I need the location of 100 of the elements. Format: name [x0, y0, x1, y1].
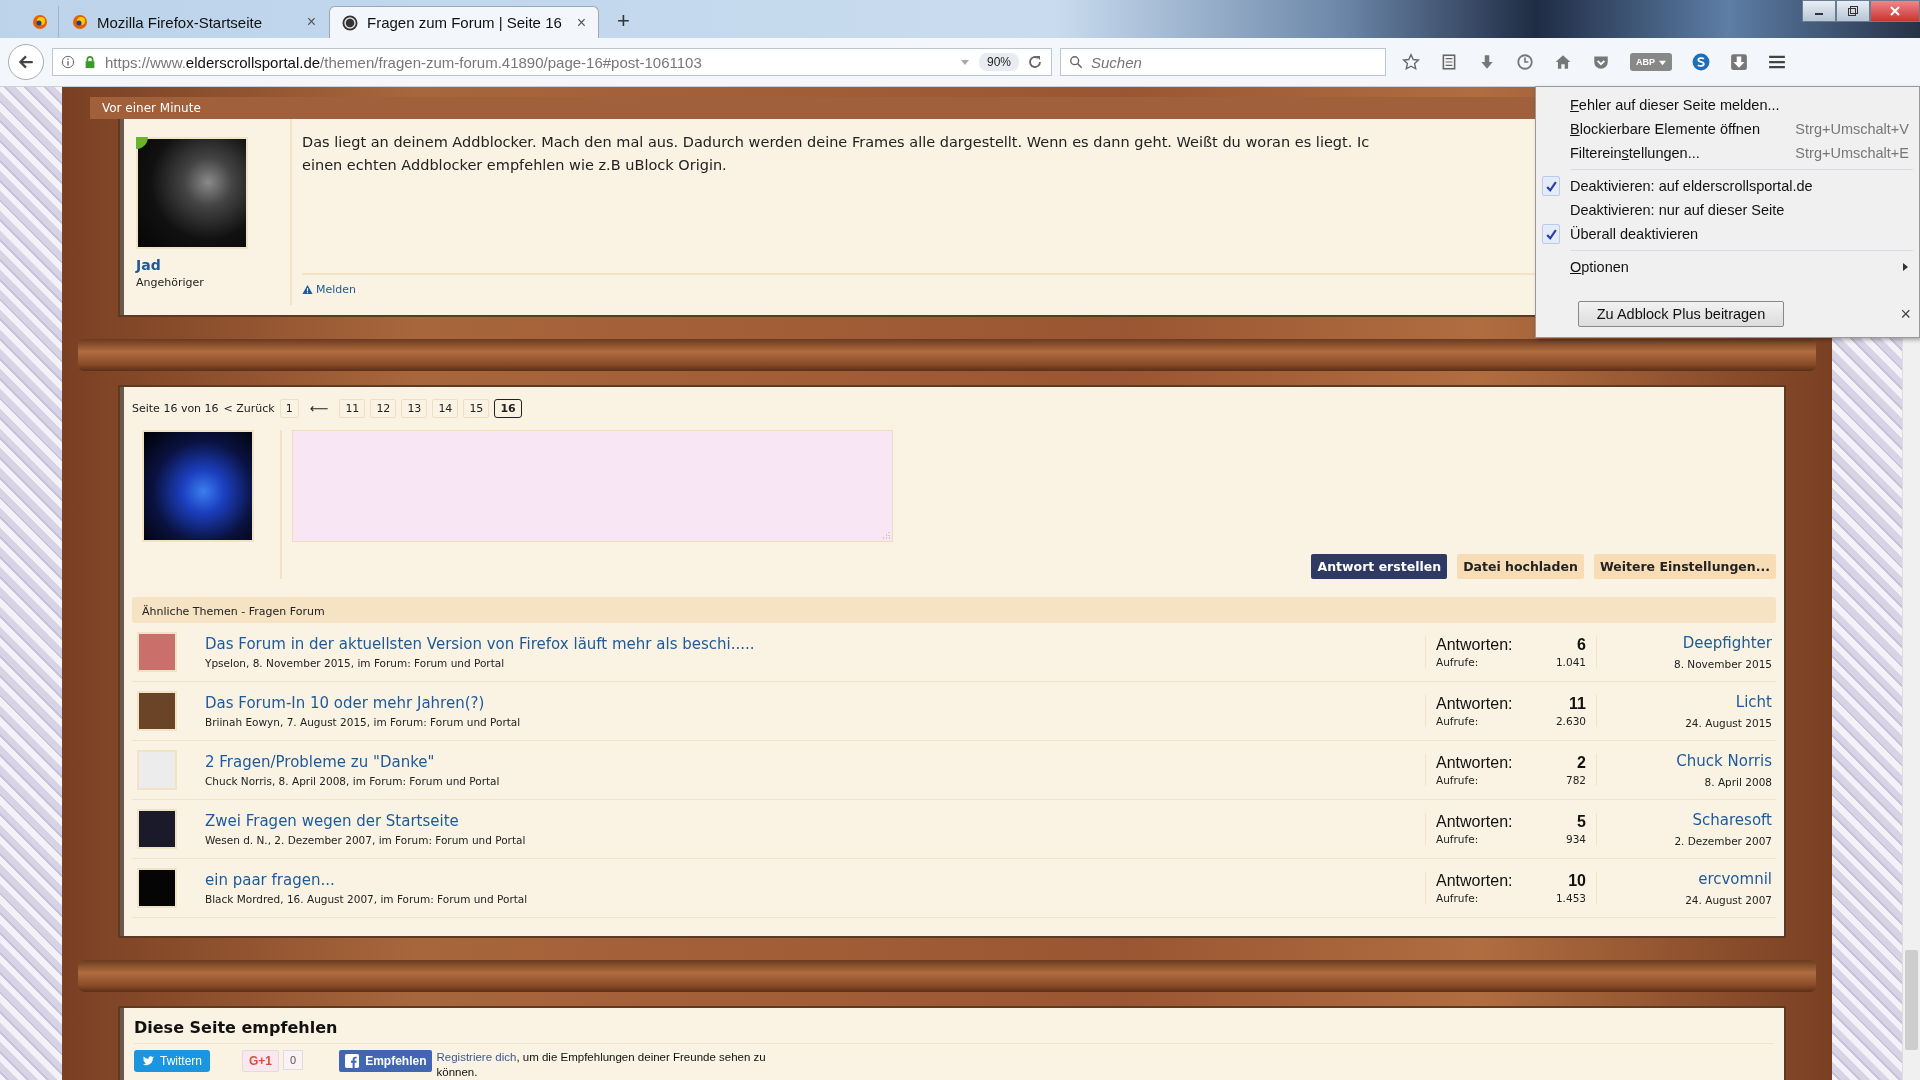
- thread-meta: Black Mordred, 16. August 2007, im Forum: Forum und Portal: [205, 893, 529, 905]
- s-logo-icon[interactable]: [1692, 53, 1710, 71]
- menu-icon[interactable]: [1768, 53, 1786, 71]
- page-link[interactable]: 12: [370, 399, 397, 418]
- pocket-icon[interactable]: [1592, 53, 1610, 71]
- reply-action-button[interactable]: Antwort erstellen: [1311, 554, 1448, 579]
- minimize-icon: [1815, 13, 1823, 15]
- minimize-button[interactable]: [1802, 0, 1836, 22]
- thread-meta: Wesen d. N., 2. Dezember 2007, im Forum: Forum und Portal: [205, 834, 527, 846]
- post-text-line: einen echten Addblocker empfehlen wie z.B uBlock Origin.: [302, 156, 727, 175]
- replies-count: 2: [1577, 754, 1586, 772]
- page-link[interactable]: 14: [432, 399, 459, 418]
- restore-button[interactable]: [1836, 0, 1870, 22]
- recommend-note: Registriere dich, um die Empfehlungen deiner Freunde sehen zu können.: [436, 1050, 767, 1080]
- avatar-photo-placeholder[interactable]: [136, 137, 248, 249]
- adblock-button[interactable]: ABP: [1630, 53, 1672, 71]
- facebook-like-button[interactable]: Empfehlen: [339, 1050, 433, 1072]
- thread-meta: Briinah Eowyn, 7. August 2015, im Forum: Forum und Portal: [205, 716, 522, 728]
- search-field[interactable]: Suchen: [1060, 48, 1386, 76]
- address-bar[interactable]: https://www.elderscrollsportal.de/themen/fragen-zum-forum.41890/page-16#post-1061103 90%: [52, 48, 1052, 76]
- resize-grip-icon[interactable]: [882, 531, 890, 539]
- menu-item[interactable]: Fehler auf dieser Seite melden...: [1536, 93, 1919, 117]
- close-button[interactable]: ×: [1900, 303, 1911, 325]
- download-box-icon[interactable]: [1730, 53, 1748, 71]
- views-count: 934: [1565, 833, 1586, 845]
- page-link[interactable]: 13: [401, 399, 428, 418]
- reload-icon[interactable]: [1027, 54, 1043, 70]
- avatar-photo-placeholder[interactable]: [137, 809, 177, 849]
- page-count-label: Seite 16 von 16: [132, 402, 219, 415]
- bookmark-star-icon[interactable]: [1402, 53, 1420, 71]
- post-time: Vor einer Minute: [102, 101, 201, 115]
- share-section-title: Diese Seite empfehlen: [134, 1018, 1774, 1044]
- reading-list-icon[interactable]: [1440, 53, 1458, 71]
- tab-title: Mozilla Firefox-Startseite: [97, 13, 264, 31]
- browser-tab[interactable]: Mozilla Firefox-Startseite ×: [59, 6, 329, 38]
- replies-label: Antworten:: [1436, 754, 1513, 772]
- new-tab-button[interactable]: +: [607, 8, 640, 38]
- last-post-date: 24. August 2015: [1685, 717, 1772, 729]
- last-poster-link[interactable]: ercvomnil: [1698, 870, 1772, 888]
- last-poster-link[interactable]: Scharesoft: [1692, 811, 1772, 829]
- views-label: Aufrufe:: [1436, 833, 1479, 845]
- menu-item[interactable]: Deaktivieren: auf elderscrollsportal.de: [1536, 174, 1919, 198]
- page-jump-link[interactable]: ⟵: [303, 401, 335, 416]
- tab-close-button[interactable]: ×: [576, 13, 586, 32]
- views-label: Aufrufe:: [1436, 892, 1479, 904]
- avatar-photo-placeholder[interactable]: [142, 430, 254, 542]
- thread-title-link[interactable]: Das Forum in der aktuellsten Version von Firefox läuft mehr als beschi.....: [205, 635, 1425, 653]
- post-text-line: Das liegt an deinem Addblocker. Mach den mal aus. Dadurch werden deine Frames alle dargestellt. Wenn es dann geht. Weißt du woran es liegt. Ic: [302, 133, 1370, 152]
- avatar-photo-placeholder[interactable]: [137, 691, 177, 731]
- avatar-photo-placeholder[interactable]: [137, 868, 177, 908]
- thread-title-link[interactable]: ein paar fragen...: [205, 871, 1425, 889]
- replies-label: Antworten:: [1436, 636, 1513, 654]
- close-button[interactable]: [1870, 0, 1920, 22]
- page-link[interactable]: 16: [494, 399, 522, 418]
- tab-close-button[interactable]: ×: [306, 13, 316, 31]
- menu-item[interactable]: Blockierbare Elemente öffnen Strg+Umschalt+V: [1536, 117, 1919, 141]
- browser-tab[interactable]: Fragen zum Forum | Seite 16 ×: [329, 6, 599, 38]
- page-link[interactable]: 15: [463, 399, 490, 418]
- scrollbar-thumb[interactable]: [1905, 950, 1918, 1050]
- views-label: Aufrufe:: [1436, 656, 1479, 668]
- page-link[interactable]: 1: [279, 399, 299, 418]
- thread-title-link[interactable]: 2 Fragen/Probleme zu "Danke": [205, 753, 1425, 771]
- last-poster-link[interactable]: Deepfighter: [1682, 634, 1772, 652]
- thread-title-link[interactable]: Das Forum-In 10 oder mehr Jahren(?): [205, 694, 1425, 712]
- google-plus-button[interactable]: G+1: [242, 1050, 279, 1072]
- home-icon[interactable]: [1554, 53, 1572, 71]
- tab-title: Fragen zum Forum | Seite 16: [367, 14, 563, 31]
- back-button[interactable]: [8, 44, 44, 80]
- browser-logo-icon: [32, 14, 48, 30]
- reply-action-button[interactable]: Weitere Einstellungen...: [1593, 554, 1776, 579]
- last-post-date: 8. April 2008: [1704, 776, 1772, 788]
- contribute-button[interactable]: Zu Adblock Plus beitragen: [1578, 301, 1784, 327]
- views-count: 782: [1565, 774, 1586, 786]
- report-link[interactable]: Melden: [302, 283, 357, 296]
- f-logo-icon: [345, 1054, 360, 1068]
- last-poster-link[interactable]: Licht: [1735, 693, 1772, 711]
- history-clock-icon[interactable]: [1516, 53, 1534, 71]
- reply-input-field[interactable]: [292, 430, 893, 542]
- author-name-link[interactable]: Jad: [136, 257, 274, 273]
- replies-count: 11: [1569, 695, 1586, 713]
- menu-item[interactable]: Deaktivieren: nur auf dieser Seite: [1536, 198, 1919, 222]
- replies-label: Antworten:: [1436, 813, 1513, 831]
- reply-action-button[interactable]: Datei hochladen: [1457, 554, 1584, 579]
- browser-logo-icon: [72, 14, 88, 30]
- page-link[interactable]: 11: [339, 399, 366, 418]
- previous-page-link[interactable]: < Zurück: [223, 402, 275, 415]
- thread-title-link[interactable]: Zwei Fragen wegen der Startseite: [205, 812, 1425, 830]
- menu-item[interactable]: Überall deaktivieren: [1536, 222, 1919, 246]
- zoom-level-button[interactable]: 90%: [978, 53, 1019, 71]
- menu-item[interactable]: Filtereinstellungen... Strg+Umschalt+E: [1536, 141, 1919, 165]
- replies-count: 10: [1568, 872, 1586, 890]
- info-icon: [61, 55, 75, 69]
- last-poster-link[interactable]: Chuck Norris: [1676, 752, 1772, 770]
- replies-label: Antworten:: [1436, 872, 1513, 890]
- last-post-date: 24. August 2007: [1685, 894, 1772, 906]
- site-logo-icon: [342, 14, 358, 31]
- menu-item[interactable]: Optionen: [1536, 255, 1919, 279]
- plus-one-count: 0: [283, 1050, 304, 1070]
- back-arrow-icon: [17, 53, 35, 71]
- url-text: https://www.elderscrollsportal.de/themen/fragen-zum-forum.41890/page-16#post-1061103: [105, 53, 702, 71]
